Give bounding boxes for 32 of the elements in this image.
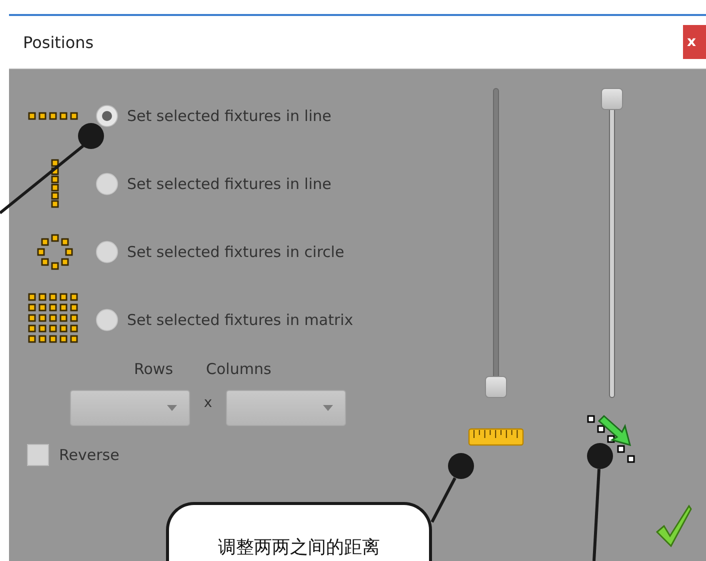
radio-button[interactable] <box>96 173 118 195</box>
ruler-icon <box>468 428 524 446</box>
radio-button[interactable] <box>96 105 118 127</box>
close-button[interactable]: x <box>683 25 706 59</box>
slider-thumb[interactable] <box>485 376 507 398</box>
fixture-column-icon <box>49 158 61 210</box>
rows-dropdown[interactable] <box>70 390 190 426</box>
leader-line <box>430 477 456 523</box>
checkbox-label: Reverse <box>59 446 120 464</box>
slider[interactable] <box>485 88 507 398</box>
check-icon[interactable] <box>656 504 692 548</box>
callout-dot <box>448 453 474 479</box>
radio-button[interactable] <box>96 241 118 263</box>
slider[interactable] <box>601 88 623 398</box>
columns-label: Columns <box>206 360 272 378</box>
radio-button[interactable] <box>96 309 118 331</box>
rows-label: Rows <box>134 360 174 378</box>
dropdown-arrow-icon <box>167 405 177 411</box>
callout-dot <box>78 123 104 149</box>
slider-thumb[interactable] <box>601 88 623 110</box>
callout-dot <box>587 443 613 469</box>
window-title: Positions <box>23 32 94 52</box>
option-label: Set selected fixtures in line <box>127 107 332 125</box>
columns-dropdown[interactable] <box>226 390 346 426</box>
option-label: Set selected fixtures in line <box>127 175 332 193</box>
option-label: Set selected fixtures in circle <box>127 243 344 261</box>
checkbox[interactable] <box>27 444 49 466</box>
times-sign: x <box>202 395 214 411</box>
fixture-circle-icon <box>36 233 74 271</box>
option-label: Set selected fixtures in matrix <box>127 311 354 329</box>
dropdown-arrow-icon <box>323 405 333 411</box>
callout-bubble: 调整两两之间的距离 <box>166 502 432 561</box>
